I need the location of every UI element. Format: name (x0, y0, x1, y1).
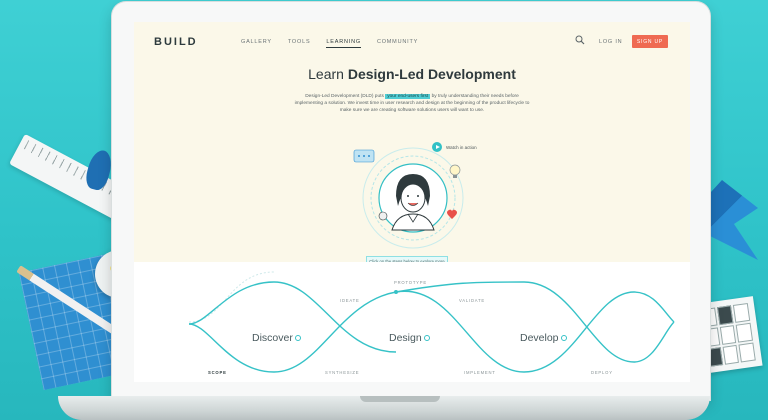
signup-button[interactable]: SIGN UP (632, 35, 668, 48)
step-implement[interactable]: IMPLEMENT (464, 370, 496, 375)
desc-highlight: your end-users first (385, 94, 431, 99)
nav-link-community[interactable]: COMMUNITY (377, 39, 418, 48)
phase-discover-label: Discover (252, 332, 293, 344)
phase-design-label: Design (389, 332, 422, 344)
login-link[interactable]: LOG IN (599, 39, 622, 45)
search-icon[interactable] (575, 35, 585, 45)
nav-links: GALLERY TOOLS LEARNING COMMUNITY (241, 39, 418, 48)
phase-develop-label: Develop (520, 332, 559, 344)
laptop-notch (360, 396, 440, 402)
step-synthesize[interactable]: SYNTHESIZE (325, 370, 359, 375)
desc-part-b: by truly understanding their needs befor… (431, 94, 519, 99)
desc-line-2: implementing a solution. We invest time … (294, 101, 506, 106)
desc-part-a: Design-Led Development (DLD) puts (305, 94, 384, 99)
step-prototype[interactable]: PROTOTYPE (394, 280, 427, 285)
website-screen: BUILD GALLERY TOOLS LEARNING COMMUNITY L… (134, 22, 690, 382)
title-prefix: Learn (308, 66, 348, 82)
heart-icon (447, 209, 457, 219)
step-scope[interactable]: SCOPE (208, 370, 227, 375)
person-illustration (353, 147, 464, 249)
step-ideate[interactable]: IDEATE (340, 298, 360, 303)
page-title: Learn Design-Led Development (134, 66, 690, 82)
nav-link-tools[interactable]: TOOLS (288, 39, 311, 48)
info-icon[interactable] (294, 335, 301, 342)
phase-design[interactable]: Design (389, 332, 430, 344)
info-icon[interactable] (560, 335, 567, 342)
lightbulb-icon (449, 164, 461, 176)
nav-link-learning[interactable]: LEARNING (326, 39, 361, 48)
phase-develop[interactable]: Develop (520, 332, 567, 344)
site-logo[interactable]: BUILD (154, 36, 198, 48)
top-navigation: BUILD GALLERY TOOLS LEARNING COMMUNITY L… (134, 22, 690, 62)
nav-link-gallery[interactable]: GALLERY (241, 39, 272, 48)
info-icon[interactable] (423, 335, 430, 342)
phase-discover[interactable]: Discover (252, 332, 301, 344)
step-deploy[interactable]: DEPLOY (591, 370, 613, 375)
title-bold: Design-Led Development (347, 66, 516, 82)
hero-description: Design-Led Development (DLD) puts your e… (294, 93, 530, 114)
step-validate[interactable]: VALIDATE (459, 298, 485, 303)
